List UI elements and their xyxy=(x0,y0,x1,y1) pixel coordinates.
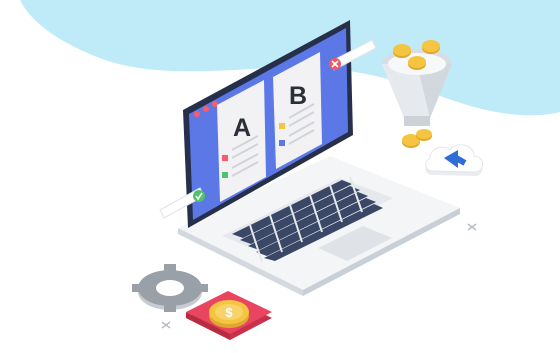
gear-icon xyxy=(132,264,208,312)
variant-a-label: A xyxy=(233,114,251,142)
currency-symbol: $ xyxy=(225,305,233,320)
cloud-upload-icon xyxy=(425,144,483,176)
dollar-coin-icon: $ xyxy=(209,300,249,328)
ab-testing-illustration: A B $ xyxy=(0,0,560,353)
variant-b-label: B xyxy=(289,82,307,110)
